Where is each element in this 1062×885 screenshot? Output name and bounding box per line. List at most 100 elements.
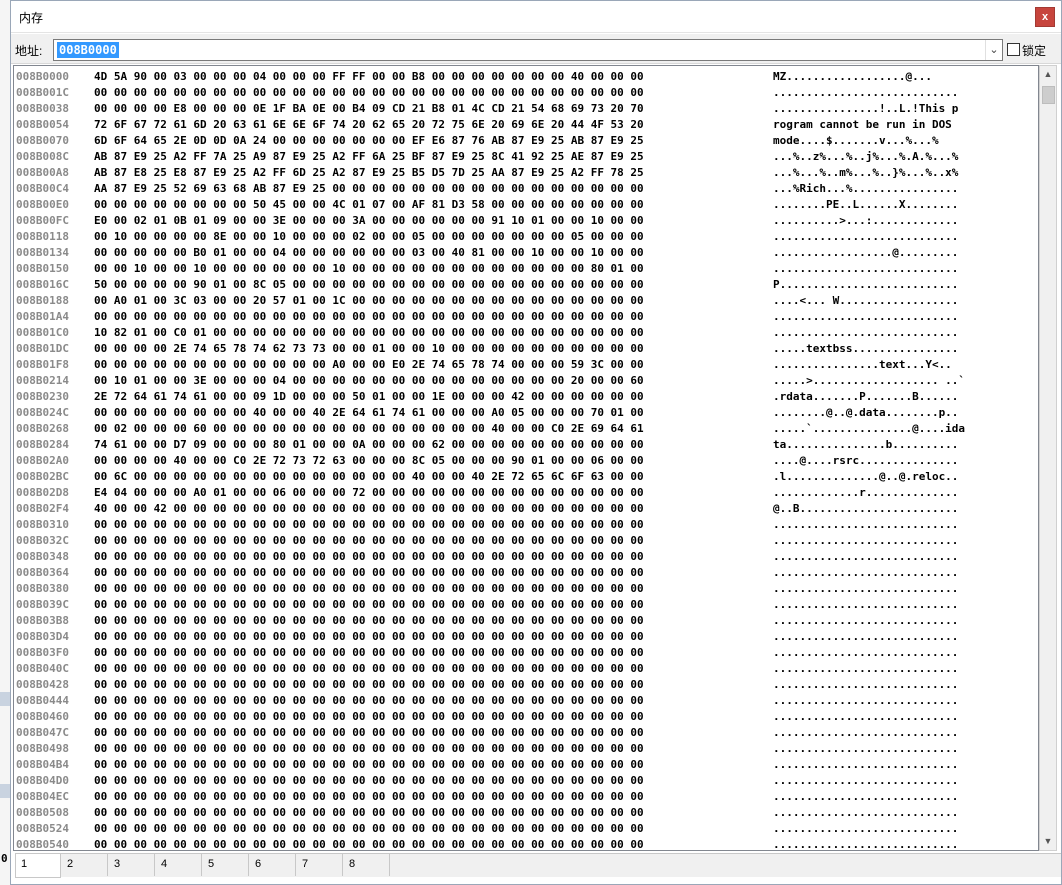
row-ascii[interactable]: ta...............b.......... xyxy=(773,437,958,453)
row-hex-bytes[interactable]: 00 00 00 00 00 00 00 00 00 00 00 00 00 0… xyxy=(94,709,644,725)
row-hex-bytes[interactable]: 00 10 01 00 00 3E 00 00 00 04 00 00 00 0… xyxy=(94,373,644,389)
row-address[interactable]: 008B0284 xyxy=(16,437,69,453)
row-hex-bytes[interactable]: 00 00 00 00 00 00 00 00 00 00 00 00 00 0… xyxy=(94,581,644,597)
tab-2[interactable]: 2 xyxy=(62,854,108,876)
lock-label[interactable]: 锁定 xyxy=(1022,42,1046,59)
row-hex-bytes[interactable]: 00 00 00 00 00 00 00 00 00 00 00 00 00 0… xyxy=(94,517,644,533)
title-bar[interactable]: 内存 x xyxy=(11,1,1061,33)
row-address[interactable]: 008B0364 xyxy=(16,565,69,581)
row-hex-bytes[interactable]: 00 00 00 00 00 B0 01 00 00 04 00 00 00 0… xyxy=(94,245,644,261)
row-address[interactable]: 008B0268 xyxy=(16,421,69,437)
row-hex-bytes[interactable]: 00 00 00 00 00 00 00 00 00 00 00 00 00 0… xyxy=(94,565,644,581)
row-address[interactable]: 008B0188 xyxy=(16,293,69,309)
row-ascii[interactable]: ............................ xyxy=(773,645,958,661)
tab-7[interactable]: 7 xyxy=(297,854,343,876)
row-address[interactable]: 008B03D4 xyxy=(16,629,69,645)
row-hex-bytes[interactable]: E0 00 02 01 0B 01 09 00 00 3E 00 00 00 3… xyxy=(94,213,644,229)
row-hex-bytes[interactable]: 00 00 00 00 00 00 00 00 00 00 00 00 00 0… xyxy=(94,533,644,549)
row-ascii[interactable]: .....textbss................ xyxy=(773,341,958,357)
row-ascii[interactable]: ............................ xyxy=(773,709,958,725)
address-combobox[interactable]: 008B0000 ⌄ xyxy=(53,39,1003,61)
row-hex-bytes[interactable]: 2E 72 64 61 74 61 00 00 09 1D 00 00 00 5… xyxy=(94,389,644,405)
row-hex-bytes[interactable]: AB 87 E9 25 A2 FF 7A 25 A9 87 E9 25 A2 F… xyxy=(94,149,644,165)
row-ascii[interactable]: ............................ xyxy=(773,773,958,789)
row-address[interactable]: 008B0428 xyxy=(16,677,69,693)
row-hex-bytes[interactable]: 4D 5A 90 00 03 00 00 00 04 00 00 00 FF F… xyxy=(94,69,644,85)
row-hex-bytes[interactable]: 00 00 00 00 00 00 00 00 00 00 00 00 00 0… xyxy=(94,677,644,693)
row-hex-bytes[interactable]: 00 00 00 00 00 00 00 00 00 00 00 00 00 0… xyxy=(94,789,644,805)
row-ascii[interactable]: .....`...............@....ida xyxy=(773,421,965,437)
row-address[interactable]: 008B047C xyxy=(16,725,69,741)
row-address[interactable]: 008B02A0 xyxy=(16,453,69,469)
row-hex-bytes[interactable]: 10 82 01 00 C0 01 00 00 00 00 00 00 00 0… xyxy=(94,325,644,341)
row-address[interactable]: 008B01F8 xyxy=(16,357,69,373)
tab-8[interactable]: 8 xyxy=(344,854,390,876)
row-ascii[interactable]: ....<... W.................. xyxy=(773,293,958,309)
tab-5[interactable]: 5 xyxy=(203,854,249,876)
row-ascii[interactable]: ............................ xyxy=(773,229,958,245)
row-ascii[interactable]: ............................ xyxy=(773,677,958,693)
row-hex-bytes[interactable]: 00 00 00 00 00 00 00 00 00 00 00 00 00 0… xyxy=(94,661,644,677)
row-ascii[interactable]: ........@..@.data........p.. xyxy=(773,405,958,421)
row-ascii[interactable]: ........PE..L......X........ xyxy=(773,197,958,213)
row-address[interactable]: 008B0230 xyxy=(16,389,69,405)
row-address[interactable]: 008B04EC xyxy=(16,789,69,805)
row-ascii[interactable]: ...%..z%...%..j%...%.A.%...% xyxy=(773,149,958,165)
row-hex-bytes[interactable]: E4 04 00 00 00 A0 01 00 00 06 00 00 00 7… xyxy=(94,485,644,501)
row-hex-bytes[interactable]: 00 00 00 00 00 00 00 00 00 00 00 00 A0 0… xyxy=(94,357,644,373)
row-address[interactable]: 008B008C xyxy=(16,149,69,165)
row-hex-bytes[interactable]: 00 00 00 00 00 00 00 00 00 00 00 00 00 0… xyxy=(94,805,644,821)
row-hex-bytes[interactable]: 00 00 00 00 00 00 00 00 00 00 00 00 00 0… xyxy=(94,837,644,850)
row-address[interactable]: 008B01C0 xyxy=(16,325,69,341)
row-address[interactable]: 008B016C xyxy=(16,277,69,293)
row-ascii[interactable]: ............................ xyxy=(773,805,958,821)
row-hex-bytes[interactable]: AA 87 E9 25 52 69 63 68 AB 87 E9 25 00 0… xyxy=(94,181,644,197)
row-hex-bytes[interactable]: 00 00 00 00 00 00 00 00 50 45 00 00 4C 0… xyxy=(94,197,644,213)
tab-4[interactable]: 4 xyxy=(156,854,202,876)
row-address[interactable]: 008B0038 xyxy=(16,101,69,117)
row-hex-bytes[interactable]: 74 61 00 00 D7 09 00 00 00 80 01 00 00 0… xyxy=(94,437,644,453)
row-address[interactable]: 008B00FC xyxy=(16,213,69,229)
row-ascii[interactable]: .............r.............. xyxy=(773,485,958,501)
row-ascii[interactable]: .l..............@..@.reloc.. xyxy=(773,469,958,485)
row-ascii[interactable]: .....>................... ..` xyxy=(773,373,965,389)
row-hex-bytes[interactable]: 72 6F 67 72 61 6D 20 63 61 6E 6E 6F 74 2… xyxy=(94,117,644,133)
row-ascii[interactable]: ..........>...:............. xyxy=(773,213,958,229)
row-address[interactable]: 008B0134 xyxy=(16,245,69,261)
tab-1[interactable]: 1 xyxy=(15,854,61,878)
row-ascii[interactable]: ............................ xyxy=(773,661,958,677)
row-hex-bytes[interactable]: 00 00 10 00 00 10 00 00 00 00 00 00 10 0… xyxy=(94,261,644,277)
row-ascii[interactable]: ...%...%..m%...%..}%...%..x% xyxy=(773,165,958,181)
row-address[interactable]: 008B00E0 xyxy=(16,197,69,213)
row-address[interactable]: 008B0054 xyxy=(16,117,69,133)
row-address[interactable]: 008B0214 xyxy=(16,373,69,389)
row-ascii[interactable]: ................text...Y<.. xyxy=(773,357,952,373)
row-address[interactable]: 008B0000 xyxy=(16,69,69,85)
scroll-up-icon[interactable]: ▲ xyxy=(1040,66,1056,83)
row-address[interactable]: 008B0460 xyxy=(16,709,69,725)
row-ascii[interactable]: ............................ xyxy=(773,597,958,613)
row-hex-bytes[interactable]: 00 00 00 00 00 00 00 00 00 00 00 00 00 0… xyxy=(94,741,644,757)
row-ascii[interactable]: rogram cannot be run in DOS xyxy=(773,117,958,133)
row-address[interactable]: 008B0498 xyxy=(16,741,69,757)
row-hex-bytes[interactable]: 50 00 00 00 00 90 01 00 8C 05 00 00 00 0… xyxy=(94,277,644,293)
row-address[interactable]: 008B0310 xyxy=(16,517,69,533)
row-address[interactable]: 008B0524 xyxy=(16,821,69,837)
row-address[interactable]: 008B0070 xyxy=(16,133,69,149)
row-ascii[interactable]: ................!..L.!This p xyxy=(773,101,958,117)
chevron-down-icon[interactable]: ⌄ xyxy=(985,40,1002,60)
row-address[interactable]: 008B0150 xyxy=(16,261,69,277)
row-address[interactable]: 008B0508 xyxy=(16,805,69,821)
row-address[interactable]: 008B02D8 xyxy=(16,485,69,501)
row-ascii[interactable]: ............................ xyxy=(773,309,958,325)
row-address[interactable]: 008B0118 xyxy=(16,229,69,245)
close-button[interactable]: x xyxy=(1035,7,1055,27)
row-address[interactable]: 008B024C xyxy=(16,405,69,421)
row-hex-bytes[interactable]: 6D 6F 64 65 2E 0D 0D 0A 24 00 00 00 00 0… xyxy=(94,133,644,149)
row-address[interactable]: 008B040C xyxy=(16,661,69,677)
row-ascii[interactable]: ............................ xyxy=(773,821,958,837)
row-address[interactable]: 008B0348 xyxy=(16,549,69,565)
row-hex-bytes[interactable]: 00 00 00 00 00 00 00 00 00 00 00 00 00 0… xyxy=(94,629,644,645)
row-hex-bytes[interactable]: 00 00 00 00 00 00 00 00 00 00 00 00 00 0… xyxy=(94,645,644,661)
row-ascii[interactable]: ............................ xyxy=(773,565,958,581)
